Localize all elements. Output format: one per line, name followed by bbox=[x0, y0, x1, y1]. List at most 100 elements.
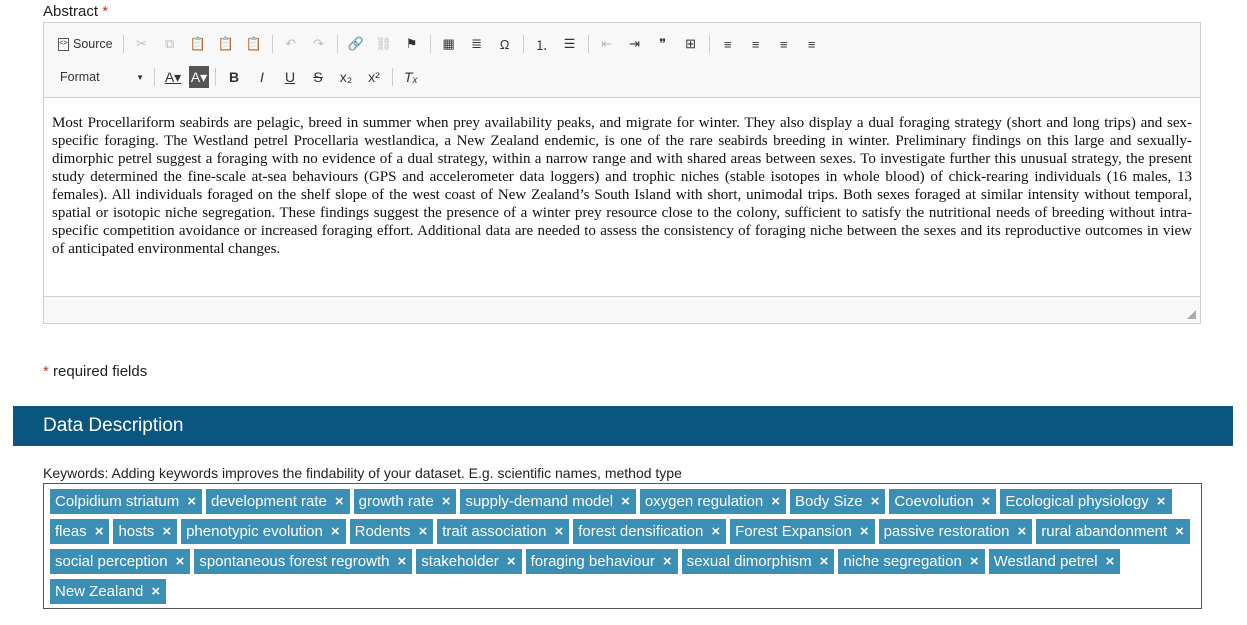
source-button[interactable]: <> Source bbox=[54, 33, 117, 55]
horizontal-line-icon[interactable]: ≣ bbox=[465, 33, 489, 55]
superscript-icon[interactable]: x² bbox=[362, 66, 386, 88]
remove-tag-icon[interactable]: × bbox=[871, 493, 880, 510]
bulleted-list-icon[interactable]: ☰ bbox=[558, 33, 582, 55]
remove-tag-icon[interactable]: × bbox=[397, 553, 406, 570]
source-icon: <> bbox=[58, 37, 69, 51]
italic-icon[interactable]: I bbox=[250, 66, 274, 88]
align-left-icon[interactable]: ≡ bbox=[716, 33, 740, 55]
remove-tag-icon[interactable]: × bbox=[1017, 523, 1026, 540]
remove-tag-icon[interactable]: × bbox=[970, 553, 979, 570]
link-icon[interactable]: 🔗 bbox=[344, 33, 368, 55]
toolbar-separator bbox=[215, 68, 216, 86]
keywords-label: Keywords: Adding keywords improves the f… bbox=[43, 465, 682, 481]
keyword-tag-label: passive restoration bbox=[883, 523, 1010, 540]
subscript-icon[interactable]: x₂ bbox=[334, 66, 358, 88]
keyword-tag: rural abandonment × bbox=[1036, 519, 1190, 544]
remove-tag-icon[interactable]: × bbox=[982, 493, 991, 510]
keyword-tag-label: foraging behaviour bbox=[530, 553, 655, 570]
keyword-tag-label: development rate bbox=[210, 493, 327, 510]
remove-tag-icon[interactable]: × bbox=[554, 523, 563, 540]
keyword-tag: Coevolution × bbox=[889, 489, 997, 514]
outdent-icon[interactable]: ⇤ bbox=[595, 33, 619, 55]
remove-tag-icon[interactable]: × bbox=[820, 553, 829, 570]
paste-text-icon[interactable]: 📋 bbox=[214, 33, 238, 55]
keyword-tag-label: Westland petrel bbox=[993, 553, 1098, 570]
keyword-tag-label: Forest Expansion bbox=[735, 523, 852, 540]
copy-icon[interactable]: ⧉ bbox=[158, 33, 182, 55]
remove-tag-icon[interactable]: × bbox=[95, 523, 104, 540]
anchor-flag-icon[interactable]: ⚑ bbox=[400, 33, 424, 55]
remove-tag-icon[interactable]: × bbox=[442, 493, 451, 510]
abstract-text: Most Procellariform seabirds are pelagic… bbox=[52, 115, 1192, 257]
remove-tag-icon[interactable]: × bbox=[418, 523, 427, 540]
paste-icon[interactable]: 📋 bbox=[186, 33, 210, 55]
required-mark: * bbox=[102, 3, 109, 20]
numbered-list-icon[interactable]: ⒈ bbox=[530, 33, 554, 55]
remove-tag-icon[interactable]: × bbox=[1106, 553, 1115, 570]
keyword-tag-label: niche segregation bbox=[843, 553, 962, 570]
remove-tag-icon[interactable]: × bbox=[335, 493, 344, 510]
special-char-icon[interactable]: Ω bbox=[493, 33, 517, 55]
underline-icon[interactable]: U bbox=[278, 66, 302, 88]
keyword-tag-label: stakeholder bbox=[421, 553, 499, 570]
keyword-tag: supply-demand model × bbox=[460, 489, 636, 514]
abstract-editor[interactable]: <> Source ✂ ⧉ 📋 📋 📋 ↶ ↷ 🔗 ⛓ ⚑ ▦ ≣ Ω ⒈ ☰ ⇤ ⇥ ❞ ⊞ ≡ ≡ ≡ ≡ Format… bbox=[43, 22, 1201, 324]
keyword-tag: growth rate × bbox=[353, 489, 457, 514]
remove-tag-icon[interactable]: × bbox=[1175, 523, 1184, 540]
toolbar-separator bbox=[708, 35, 710, 53]
bg-color-icon[interactable]: A▾ bbox=[189, 66, 209, 88]
redo-icon[interactable]: ↷ bbox=[307, 33, 331, 55]
keyword-tag-label: fleas bbox=[55, 523, 87, 540]
remove-tag-icon[interactable]: × bbox=[621, 493, 630, 510]
remove-tag-icon[interactable]: × bbox=[663, 553, 672, 570]
remove-tag-icon[interactable]: × bbox=[1157, 493, 1166, 510]
keyword-tag: Body Size × bbox=[790, 489, 886, 514]
remove-tag-icon[interactable]: × bbox=[711, 523, 720, 540]
undo-icon[interactable]: ↶ bbox=[279, 33, 303, 55]
indent-icon[interactable]: ⇥ bbox=[623, 33, 647, 55]
text-color-icon[interactable]: A▾ bbox=[161, 66, 185, 88]
keyword-tag-label: sexual dimorphism bbox=[686, 553, 812, 570]
cut-icon[interactable]: ✂ bbox=[130, 33, 154, 55]
section-title: Data Description bbox=[43, 415, 184, 436]
keywords-input[interactable]: Colpidium striatum × development rate × grow… bbox=[43, 483, 1202, 609]
keyword-tag-label: hosts bbox=[118, 523, 155, 540]
remove-tag-icon[interactable]: × bbox=[187, 493, 196, 510]
keyword-tag: stakeholder × bbox=[416, 549, 522, 574]
keyword-tag-label: spontaneous forest regrowth bbox=[199, 553, 390, 570]
justify-icon[interactable]: ≡ bbox=[800, 33, 824, 55]
keyword-tag-label: Rodents bbox=[354, 523, 411, 540]
format-dropdown[interactable]: Format ▼ bbox=[54, 66, 148, 88]
bold-icon[interactable]: B bbox=[222, 66, 246, 88]
table-icon[interactable]: ▦ bbox=[437, 33, 461, 55]
align-right-icon[interactable]: ≡ bbox=[772, 33, 796, 55]
remove-tag-icon[interactable]: × bbox=[176, 553, 185, 570]
remove-tag-icon[interactable]: × bbox=[507, 553, 516, 570]
toolbar-separator bbox=[429, 35, 431, 53]
remove-tag-icon[interactable]: × bbox=[331, 523, 340, 540]
blockquote-icon[interactable]: ❞ bbox=[651, 33, 675, 55]
div-icon[interactable]: ⊞ bbox=[679, 33, 703, 55]
remove-format-icon[interactable]: Tₓ bbox=[399, 66, 423, 88]
keyword-tag-label: phenotypic evolution bbox=[186, 523, 323, 540]
section-header: Data Description bbox=[13, 406, 1233, 446]
unlink-icon[interactable]: ⛓ bbox=[372, 33, 396, 55]
remove-tag-icon[interactable]: × bbox=[771, 493, 780, 510]
align-center-icon[interactable]: ≡ bbox=[744, 33, 768, 55]
remove-tag-icon[interactable]: × bbox=[162, 523, 171, 540]
remove-tag-icon[interactable]: × bbox=[860, 523, 869, 540]
keyword-tag: foraging behaviour × bbox=[525, 549, 678, 574]
resize-handle-icon[interactable] bbox=[1187, 310, 1196, 319]
abstract-text-area[interactable]: Most Procellariform seabirds are pelagic… bbox=[44, 98, 1200, 298]
keyword-tag: fleas × bbox=[50, 519, 110, 544]
strike-icon[interactable]: S bbox=[306, 66, 330, 88]
format-label: Format bbox=[60, 70, 100, 84]
keyword-tag-label: oxygen regulation bbox=[644, 493, 764, 510]
toolbar-separator bbox=[122, 35, 124, 53]
keyword-tag: trait association × bbox=[437, 519, 570, 544]
keyword-tag: spontaneous forest regrowth × bbox=[194, 549, 413, 574]
remove-tag-icon[interactable]: × bbox=[151, 583, 160, 600]
paste-word-icon[interactable]: 📋 bbox=[242, 33, 266, 55]
keyword-tag: Westland petrel × bbox=[988, 549, 1121, 574]
keyword-tag-label: trait association bbox=[442, 523, 547, 540]
